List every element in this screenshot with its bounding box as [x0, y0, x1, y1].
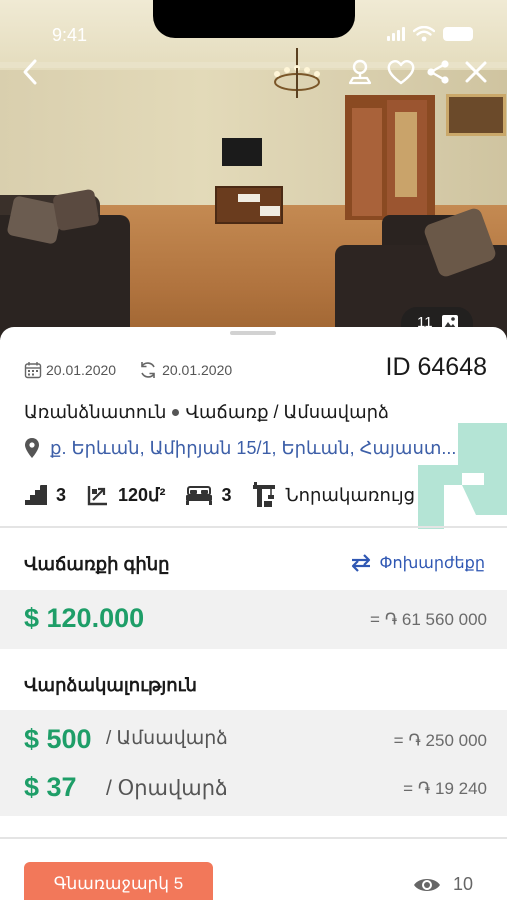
daily-rent-amd: = ֏ 19 240	[403, 779, 487, 798]
photo-tv	[222, 138, 262, 166]
monthly-rent-amd: = ֏ 250 000	[393, 731, 487, 750]
status-bar: 9:41	[0, 0, 507, 64]
listing-type-line: Առանձնատուն Վաճառք / Ամսավարձ	[24, 402, 389, 423]
back-button[interactable]	[14, 56, 46, 88]
property-type: Առանձնատուն	[24, 402, 167, 422]
calendar-icon	[24, 362, 42, 379]
monthly-rent-usd: $ 500	[24, 724, 92, 754]
feature-floors: 3	[24, 484, 66, 506]
share-icon	[427, 60, 449, 84]
building-type-value: Նորակառույց	[285, 484, 416, 505]
views-counter: 10	[413, 874, 473, 895]
bed-icon	[186, 486, 213, 505]
photo-painting	[446, 94, 506, 136]
floors-value: 3	[56, 484, 67, 505]
listing-dates: 20.01.2020 20.01.2020	[24, 360, 254, 380]
feature-area: 120մ²	[86, 483, 165, 507]
brand-watermark-logo	[418, 423, 507, 529]
address-link[interactable]: ք. Երևան, Ամիրյան 15/1, Երևան, Հայաստ...	[24, 437, 456, 459]
feature-row: 3 120մ² 3 Նորակառույց	[24, 482, 435, 508]
photo-door	[352, 108, 382, 216]
sale-price-usd: $ 120.000	[24, 603, 145, 633]
deal-type: Վաճառք / Ամսավարձ	[185, 402, 389, 422]
sale-price-amd: = ֏ 61 560 000	[370, 610, 487, 629]
photo-drawer	[238, 194, 260, 202]
section-divider	[0, 526, 507, 528]
photo-tv-stand	[215, 186, 283, 224]
created-date: 20.01.2020	[24, 361, 116, 379]
listing-details-card: 20.01.2020 20.01.2020 ID 64648 Առանձնատո…	[0, 327, 507, 900]
sale-price-title: Վաճառքի գինը	[24, 554, 170, 574]
close-button[interactable]	[460, 56, 492, 88]
feature-bedrooms: 3	[185, 485, 231, 506]
area-value: 120մ²	[118, 484, 166, 505]
close-icon	[465, 61, 487, 83]
refresh-icon	[141, 362, 155, 378]
address-text: ք. Երևան, Ամիրյան 15/1, Երևան, Հայաստ...	[50, 437, 457, 458]
map-pin-icon	[348, 59, 372, 85]
daily-rent-usd: $ 37	[24, 772, 77, 802]
status-time: 9:41	[52, 25, 88, 45]
swap-arrows-icon	[351, 554, 370, 572]
location-pin-button[interactable]	[344, 56, 376, 88]
location-marker-icon	[25, 438, 39, 458]
rent-title: Վարձակալություն	[24, 675, 197, 695]
stairs-icon	[25, 484, 47, 505]
updated-date: 20.01.2020	[138, 360, 232, 380]
status-icons	[387, 26, 473, 42]
sale-price-box: $ 120.000 = ֏ 61 560 000	[0, 590, 507, 649]
eye-icon	[413, 878, 440, 891]
favorite-button[interactable]	[385, 56, 417, 88]
crane-icon	[253, 482, 276, 507]
share-button[interactable]	[422, 56, 454, 88]
updated-date-value: 20.01.2020	[162, 362, 233, 378]
wifi-icon	[413, 26, 435, 42]
listing-id: ID 64648	[385, 353, 487, 381]
heart-icon	[387, 60, 415, 85]
cellular-signal-icon	[387, 27, 405, 41]
separator-dot	[172, 409, 180, 416]
chevron-left-icon	[23, 59, 37, 85]
convert-label: Փոխարժեքը	[379, 555, 486, 572]
monthly-period: / Ամսավարձ	[106, 728, 228, 749]
photo-pillow	[52, 188, 100, 232]
device-notch	[153, 0, 355, 38]
battery-icon	[443, 27, 473, 41]
daily-period: / Օրավարձ	[106, 777, 228, 800]
created-date-value: 20.01.2020	[46, 362, 117, 378]
price-offer-button[interactable]: Գնառաջարկ 5	[24, 862, 213, 900]
currency-convert-button[interactable]: Փոխարժեքը	[350, 553, 486, 573]
feature-building-type: Նորակառույց	[251, 482, 415, 508]
section-divider	[0, 837, 507, 839]
views-count: 10	[452, 874, 473, 894]
drag-handle[interactable]	[230, 331, 276, 335]
bedrooms-value: 3	[221, 484, 232, 505]
area-icon	[87, 486, 108, 506]
rent-price-box: $ 500 / Ամսավարձ = ֏ 250 000 $ 37 / Օրավ…	[0, 710, 507, 816]
photo-drawer	[260, 206, 280, 216]
photo-door-glass	[395, 112, 417, 197]
